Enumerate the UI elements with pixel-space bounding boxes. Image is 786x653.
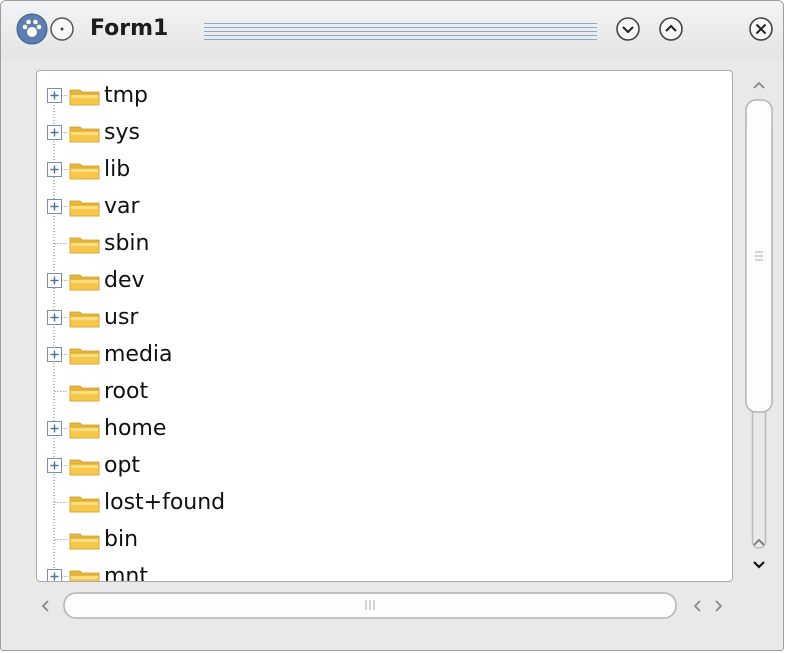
maximize-button[interactable]	[654, 12, 688, 46]
tree-item[interactable]: var	[37, 189, 732, 226]
close-button[interactable]	[744, 12, 778, 46]
tree-item-label: sys	[104, 120, 140, 145]
folder-icon	[69, 237, 100, 254]
tree-branch-line	[54, 391, 67, 392]
expand-plus-icon[interactable]	[47, 162, 68, 177]
tree-item-label: opt	[104, 453, 141, 478]
minimize-button[interactable]	[611, 12, 645, 46]
folder-icon	[69, 200, 100, 217]
folder-icon	[69, 385, 100, 402]
expand-plus-icon[interactable]	[47, 125, 68, 140]
folder-icon	[69, 533, 100, 550]
scroll-up-small-arrow-icon	[753, 538, 765, 546]
tree-item-label: home	[104, 416, 167, 441]
folder-icon	[69, 422, 100, 439]
scroll-down-arrow-icon	[753, 561, 765, 569]
folder-icon	[69, 496, 100, 513]
horizontal-scrollbar[interactable]	[36, 585, 736, 625]
tree-item-label: mnt	[104, 564, 148, 582]
title-bar[interactable]: Form1	[1, 1, 783, 59]
tree-item-label: lib	[104, 157, 131, 182]
scroll-left-arrow-icon	[41, 600, 49, 612]
folder-icon	[69, 89, 100, 106]
tree-view[interactable]: tmp sys lib var sbin dev usr media root home opt lo…	[36, 70, 733, 582]
tree-item[interactable]: opt	[37, 448, 732, 485]
tree-item-label: usr	[104, 305, 139, 330]
tree-item-label: tmp	[104, 83, 149, 108]
tree-item-label: var	[104, 194, 140, 219]
tree-item[interactable]: sys	[37, 115, 732, 152]
window-title: Form1	[90, 16, 169, 41]
tree-item[interactable]: bin	[37, 522, 732, 559]
folder-icon	[69, 274, 100, 291]
tree-item[interactable]: usr	[37, 300, 732, 337]
expand-plus-icon[interactable]	[47, 569, 68, 582]
title-bar-grip	[204, 23, 597, 41]
expand-plus-icon[interactable]	[47, 421, 68, 436]
tree-item[interactable]: sbin	[37, 226, 732, 263]
folder-icon	[69, 459, 100, 476]
tree-items: tmp sys lib var sbin dev usr media root home opt lo…	[37, 78, 732, 582]
tree-branch-line	[54, 502, 67, 503]
expand-plus-icon[interactable]	[47, 458, 68, 473]
scroll-left-small-arrow-icon	[693, 600, 701, 612]
folder-icon	[69, 348, 100, 365]
folder-icon	[69, 311, 100, 328]
tree-item[interactable]: media	[37, 337, 732, 374]
tree-item-label: bin	[104, 527, 139, 552]
scroll-up-arrow-icon	[753, 81, 765, 89]
tree-item-label: media	[104, 342, 173, 367]
tree-item[interactable]: mnt	[37, 559, 732, 582]
tree-item[interactable]: dev	[37, 263, 732, 300]
expand-plus-icon[interactable]	[47, 88, 68, 103]
expand-plus-icon[interactable]	[47, 273, 68, 288]
scroll-right-arrow-icon	[715, 600, 723, 612]
application-window: Form1 tmp sys lib var sbin dev usr media root hom…	[0, 0, 784, 651]
paw-icon[interactable]	[15, 12, 49, 46]
expand-plus-icon[interactable]	[47, 310, 68, 325]
tree-item[interactable]: tmp	[37, 78, 732, 115]
tree-item-label: sbin	[104, 231, 150, 256]
folder-icon	[69, 126, 100, 143]
tree-item[interactable]: root	[37, 374, 732, 411]
folder-icon	[69, 163, 100, 180]
expand-plus-icon[interactable]	[47, 347, 68, 362]
on-all-desktops-button[interactable]	[45, 12, 79, 46]
vertical-scrollbar[interactable]	[738, 70, 780, 590]
tree-item-label: lost+found	[104, 490, 226, 515]
tree-branch-line	[54, 539, 67, 540]
tree-item[interactable]: lost+found	[37, 485, 732, 522]
tree-item[interactable]: lib	[37, 152, 732, 189]
expand-plus-icon[interactable]	[47, 199, 68, 214]
tree-item-label: dev	[104, 268, 145, 293]
tree-item-label: root	[104, 379, 149, 404]
tree-item[interactable]: home	[37, 411, 732, 448]
tree-branch-line	[54, 243, 67, 244]
folder-icon	[69, 570, 100, 581]
